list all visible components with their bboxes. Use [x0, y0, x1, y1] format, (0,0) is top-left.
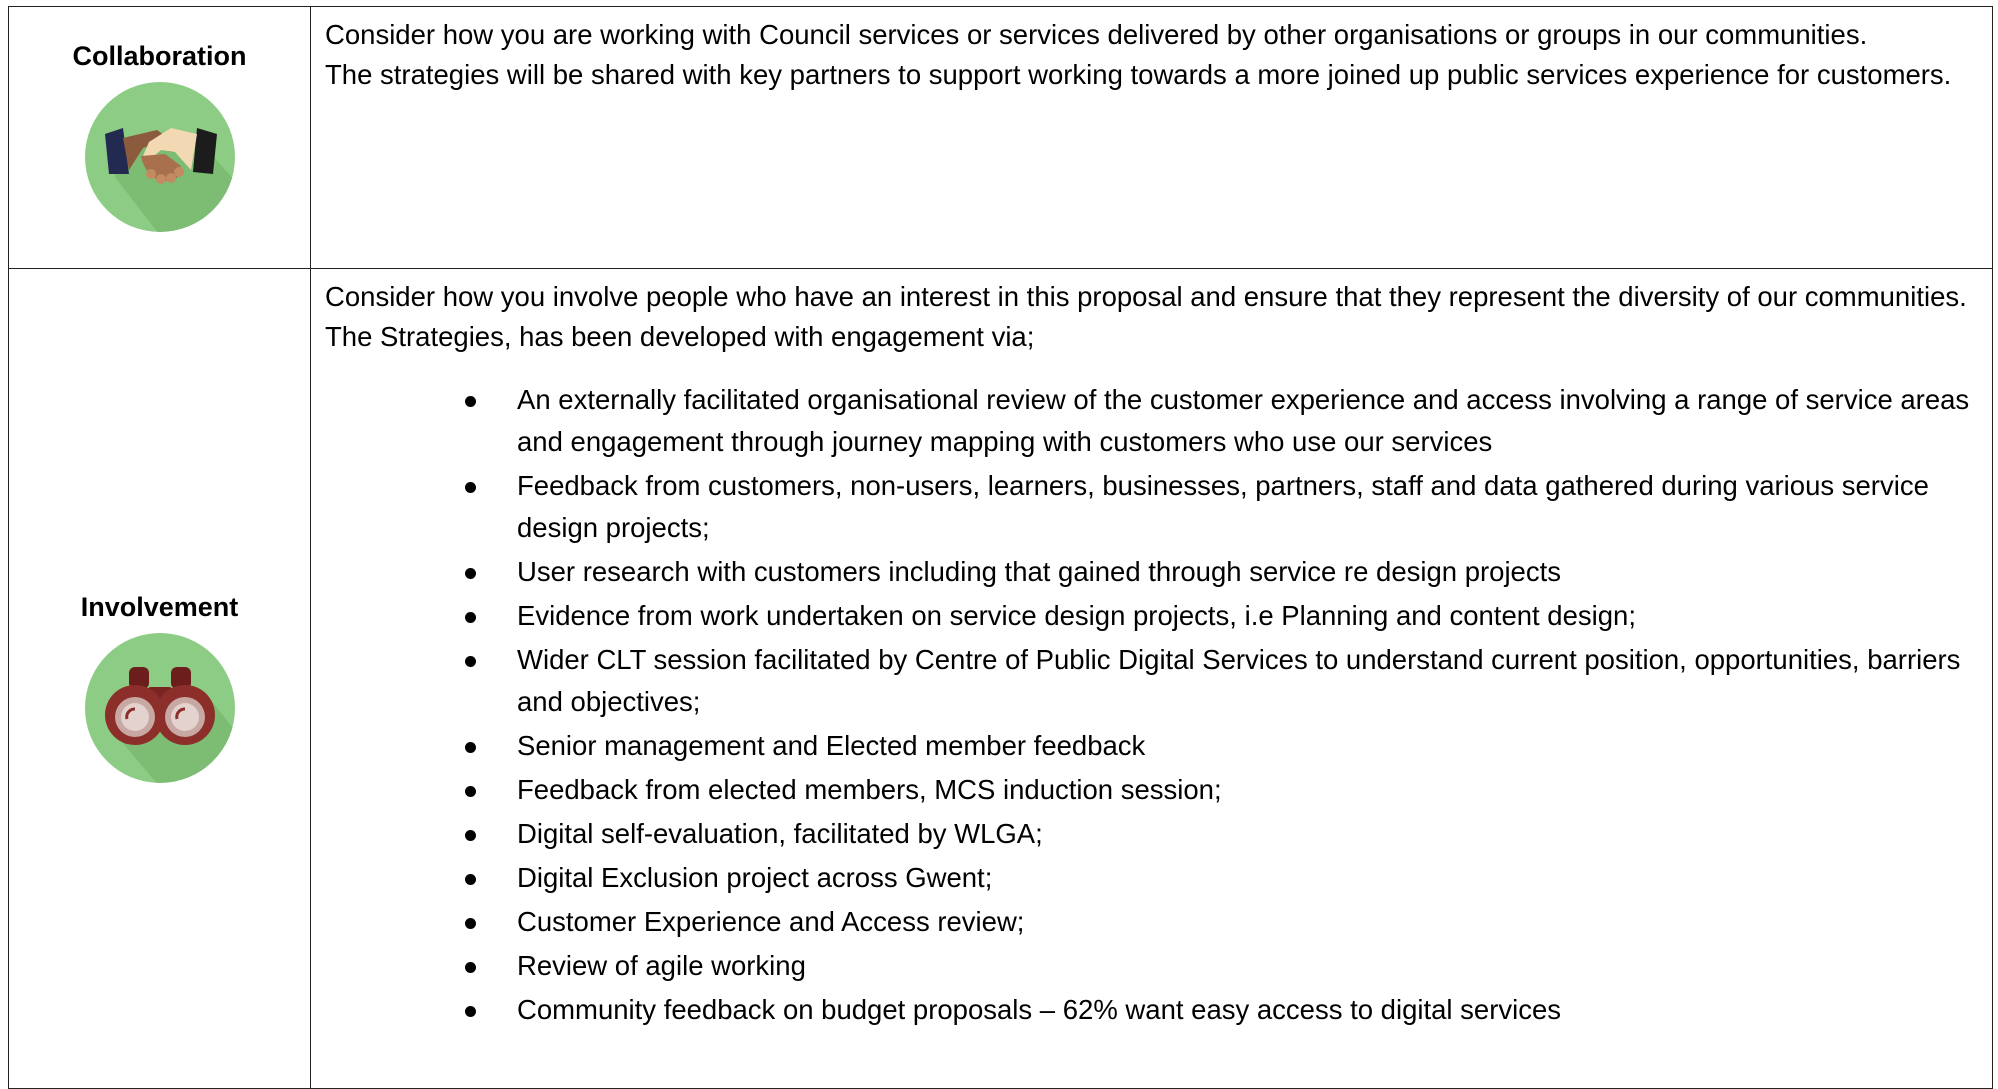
list-item: Senior management and Elected member fee… [465, 725, 1978, 767]
collaboration-content: Consider how you are working with Counci… [310, 6, 1993, 269]
engagement-bullet-list: An externally facilitated organisational… [325, 379, 1978, 1031]
list-item-text: Senior management and Elected member fee… [517, 730, 1146, 761]
list-item-text: User research with customers including t… [517, 556, 1561, 587]
list-item: Feedback from elected members, MCS induc… [465, 769, 1978, 811]
bullet-dot [465, 612, 476, 623]
list-item-text: An externally facilitated organisational… [517, 384, 1970, 457]
list-item-text: Evidence from work undertaken on service… [517, 600, 1636, 631]
list-item: An externally facilitated organisational… [465, 379, 1978, 463]
list-item-text: Digital self-evaluation, facilitated by … [517, 818, 1043, 849]
list-item: Evidence from work undertaken on service… [465, 595, 1978, 637]
binoculars-icon [84, 633, 235, 783]
bullet-dot [465, 962, 476, 973]
list-item: Digital Exclusion project across Gwent; [465, 857, 1978, 899]
list-item: Customer Experience and Access review; [465, 901, 1978, 943]
list-item-text: Feedback from elected members, MCS induc… [517, 774, 1222, 805]
list-item: Wider CLT session facilitated by Centre … [465, 639, 1978, 723]
bullet-dot [465, 482, 476, 493]
list-item-text: Digital Exclusion project across Gwent; [517, 862, 993, 893]
wellbeing-table: Collaboration Consider how you are worki… [8, 6, 1993, 1089]
bullet-dot [465, 830, 476, 841]
bullet-dot [465, 656, 476, 667]
list-item: Community feedback on budget proposals –… [465, 989, 1978, 1031]
list-item-text: Community feedback on budget proposals –… [517, 994, 1562, 1025]
handshake-icon [84, 82, 235, 232]
collaboration-title: Collaboration [72, 41, 247, 71]
list-item-text: Customer Experience and Access review; [517, 906, 1025, 937]
bullet-dot [465, 396, 476, 407]
involvement-paragraph-2: The Strategies, has been developed with … [325, 321, 1035, 352]
bullet-dot [465, 568, 476, 579]
list-item: Digital self-evaluation, facilitated by … [465, 813, 1978, 855]
collaboration-paragraph-1: Consider how you are working with Counci… [325, 19, 1868, 50]
involvement-paragraph-1: Consider how you involve people who have… [325, 281, 1967, 312]
bullet-dot [465, 918, 476, 929]
collaboration-label-cell: Collaboration [8, 6, 311, 269]
involvement-title: Involvement [80, 592, 239, 622]
involvement-content: Consider how you involve people who have… [310, 268, 1993, 1089]
list-item-text: Review of agile working [517, 950, 806, 981]
list-item-text: Wider CLT session facilitated by Centre … [517, 644, 1961, 717]
involvement-row: Involvement Consider how you involve peo… [8, 268, 1993, 1089]
collaboration-paragraph-2: The strategies will be shared with key p… [325, 59, 1952, 90]
list-item: Review of agile working [465, 945, 1978, 987]
list-item-text: Feedback from customers, non-users, lear… [517, 470, 1929, 543]
bullet-dot [465, 1006, 476, 1017]
involvement-label-cell: Involvement [8, 268, 311, 1089]
collaboration-row: Collaboration Consider how you are worki… [8, 6, 1993, 269]
bullet-dot [465, 742, 476, 753]
bullet-dot [465, 786, 476, 797]
list-item: Feedback from customers, non-users, lear… [465, 465, 1978, 549]
list-item: User research with customers including t… [465, 551, 1978, 593]
bullet-dot [465, 874, 476, 885]
